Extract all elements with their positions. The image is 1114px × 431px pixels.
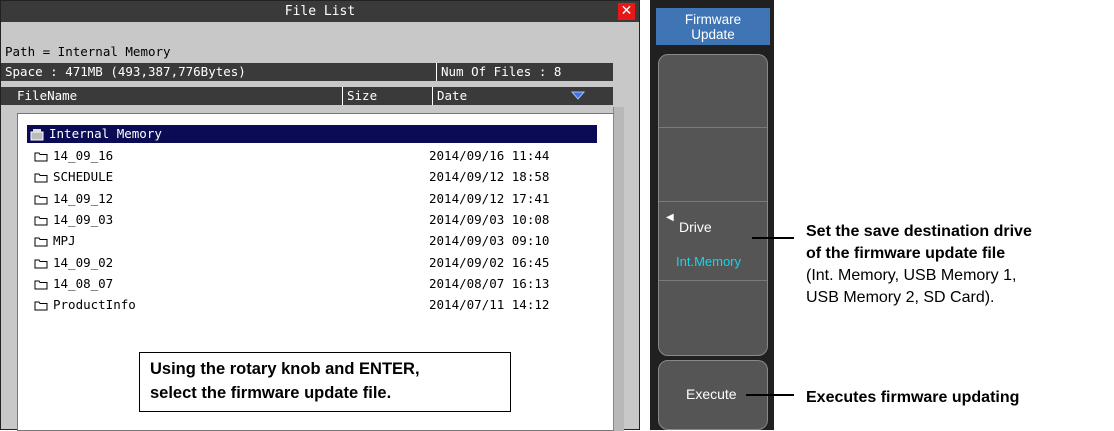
dialog-title-bar: File List: [1, 1, 639, 22]
file-date: 2014/09/12 17:41: [429, 190, 550, 206]
triangle-down-icon[interactable]: [571, 91, 585, 101]
file-date: 2014/09/02 16:45: [429, 254, 550, 270]
file-date: 2014/09/12 18:58: [429, 169, 550, 185]
softkey-divider: [659, 280, 767, 281]
drive-leader-line: [752, 237, 794, 239]
folder-icon: [34, 152, 48, 162]
folder-icon: [34, 173, 48, 183]
file-name: 14_09_02: [53, 254, 114, 270]
list-item-name: 14_09_12: [34, 190, 113, 208]
callout-line-2: select the firmware update file.: [150, 384, 392, 402]
file-name: SCHEDULE: [53, 169, 114, 185]
list-item-name: SCHEDULE: [34, 168, 113, 186]
drive-annotation-line-3: (Int. Memory, USB Memory 1,: [806, 267, 1017, 284]
list-item-name: 14_08_07: [34, 275, 113, 293]
softkey-group: [658, 54, 768, 356]
drive-annotation-line-4: USB Memory 2, SD Card).: [806, 289, 995, 306]
file-date: 2014/08/07 16:13: [429, 275, 550, 291]
close-icon[interactable]: ✕: [618, 3, 635, 20]
file-name: 14_09_03: [53, 211, 114, 227]
drive-icon: [30, 128, 44, 140]
softkey-divider: [659, 127, 767, 128]
drive-annotation-line-1: Set the save destination drive: [806, 223, 1032, 240]
column-header-date[interactable]: Date: [432, 87, 467, 105]
file-date: 2014/09/16 11:44: [429, 148, 550, 163]
list-item-name: 14_09_03: [34, 211, 113, 229]
list-item-name: MPJ: [34, 232, 76, 250]
drive-softkey-label[interactable]: Drive: [679, 219, 712, 235]
execute-annotation: Executes firmware updating: [806, 389, 1020, 406]
file-name: 14_09_16: [53, 148, 114, 163]
drive-annotation-line-2: of the firmware update file: [806, 245, 1006, 262]
firmware-update-line-2: Update: [691, 27, 735, 42]
list-item-name: 14_09_02: [34, 254, 113, 272]
softkey-divider: [659, 201, 767, 202]
file-date: 2014/07/11 14:12: [429, 297, 550, 313]
folder-icon: [34, 301, 48, 311]
file-list-dialog: File List ✕ Path = Internal Memory Space…: [0, 0, 640, 431]
folder-icon: [34, 216, 48, 226]
dialog-title: File List: [284, 4, 356, 19]
list-item-root[interactable]: Internal Memory: [27, 125, 597, 143]
root-label: Internal Memory: [49, 126, 162, 141]
file-name: 14_08_07: [53, 275, 114, 291]
scrollbar[interactable]: [613, 107, 624, 431]
firmware-update-line-1: Firmware: [684, 12, 742, 27]
file-date: 2014/09/03 10:08: [429, 211, 550, 227]
drive-annotation: Set the save destination drive of the fi…: [806, 221, 1032, 309]
execute-leader-line: [746, 394, 794, 396]
folder-icon: [34, 280, 48, 290]
column-header-filename[interactable]: FileName: [17, 87, 77, 105]
instruction-callout: Using the rotary knob and ENTER, select …: [139, 352, 511, 412]
file-name: MPJ: [53, 233, 76, 249]
callout-line-1: Using the rotary knob and ENTER,: [150, 360, 420, 378]
path-text: Path = Internal Memory: [5, 44, 171, 59]
folder-icon: [34, 237, 48, 247]
file-name: 14_09_12: [53, 190, 114, 206]
column-header-row: FileName Size Date: [1, 87, 613, 105]
file-name: ProductInfo: [53, 297, 136, 313]
space-row: Space : 471MB (493,387,776Bytes) Num Of …: [1, 63, 613, 81]
drive-softkey-value[interactable]: Int.Memory: [676, 254, 741, 269]
list-item-name: 14_09_16: [34, 147, 113, 165]
file-date: 2014/09/03 09:10: [429, 233, 550, 249]
triangle-left-icon: ◀: [666, 212, 674, 223]
list-item-name: ProductInfo: [34, 296, 136, 314]
folder-icon: [34, 195, 48, 205]
column-header-size[interactable]: Size: [342, 87, 427, 105]
firmware-update-menu-button[interactable]: Firmware Update: [656, 8, 770, 45]
num-files-text: Num Of Files : 8: [436, 63, 561, 81]
space-text: Space : 471MB (493,387,776Bytes): [5, 64, 246, 79]
folder-icon: [34, 259, 48, 268]
execute-label: Execute: [686, 386, 737, 402]
